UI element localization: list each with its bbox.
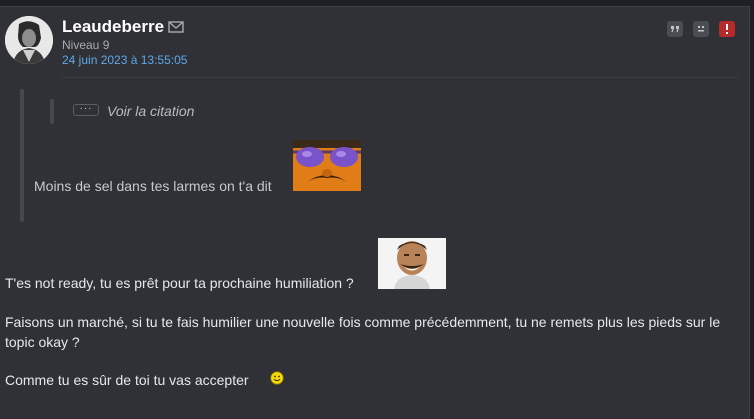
author-level: Niveau 9 xyxy=(62,38,110,52)
post-paragraph-3: Comme tu es sûr de toi tu vas accepter xyxy=(5,372,249,388)
avatar[interactable] xyxy=(5,16,53,64)
exclamation-icon xyxy=(726,24,728,34)
envelope-icon[interactable] xyxy=(168,20,184,34)
blockquote-bar xyxy=(20,89,24,222)
smiley-icon xyxy=(270,371,284,385)
forum-post: Leaudeberre Niveau 9 24 juin 2023 à 13:5… xyxy=(0,6,750,419)
author-name[interactable]: Leaudeberre xyxy=(62,17,164,37)
report-button[interactable] xyxy=(719,21,735,37)
post-paragraph-1: T'es not ready, tu es prêt pour ta proch… xyxy=(5,275,354,291)
show-quote-label[interactable]: Voir la citation xyxy=(107,103,194,119)
nested-quote-bar xyxy=(50,99,54,124)
quote-icon xyxy=(671,26,679,33)
quote-text: Moins de sel dans tes larmes on t'a dit xyxy=(34,178,272,194)
quote-button[interactable] xyxy=(667,21,683,37)
expand-quote-button[interactable]: ··· xyxy=(73,104,99,116)
face-icon xyxy=(698,26,704,32)
header-divider xyxy=(62,77,738,78)
post-paragraph-2: Faisons un marché, si tu te fais humilie… xyxy=(5,314,721,350)
private-message-button[interactable] xyxy=(693,21,709,37)
post-date-link[interactable]: 24 juin 2023 à 13:55:05 xyxy=(62,53,187,67)
sunglasses-sticker xyxy=(293,140,361,191)
